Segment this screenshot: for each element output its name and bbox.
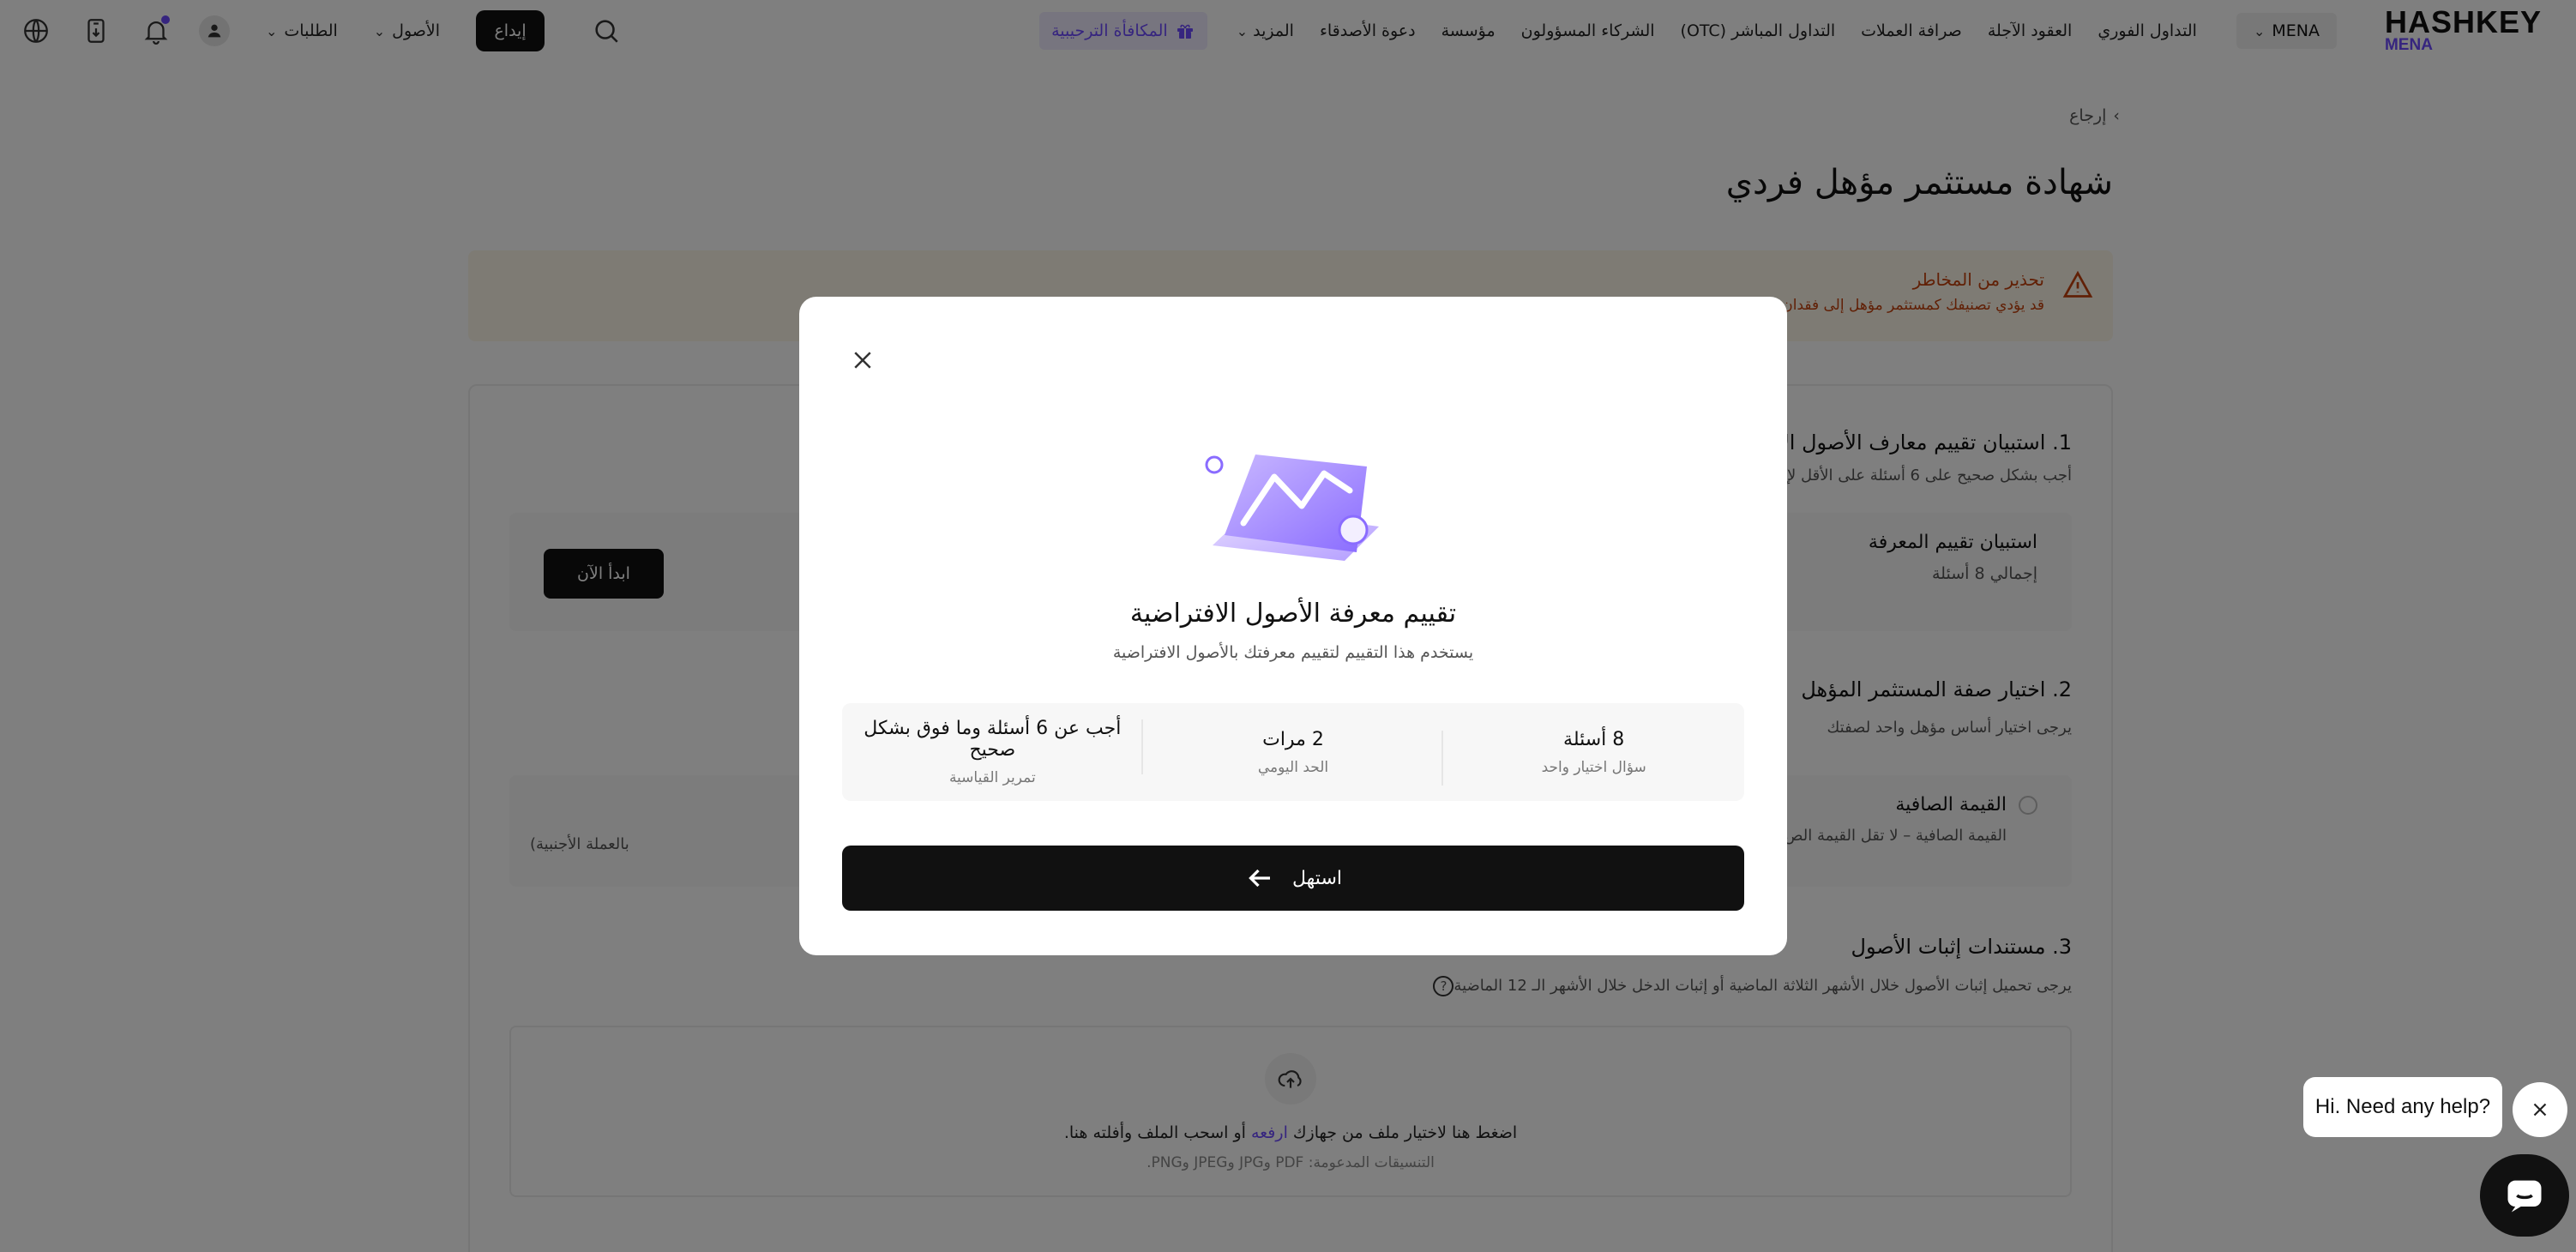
stat-label: تمرير القياسية bbox=[948, 769, 1036, 786]
close-icon[interactable] bbox=[847, 345, 878, 376]
stat-label: الحد اليومي bbox=[1257, 758, 1329, 776]
begin-label: استهل bbox=[1292, 867, 1342, 889]
modal-title: تقييم معرفة الأصول الافتراضية bbox=[1129, 599, 1457, 629]
stat-label: سؤال اختيار واحد bbox=[1541, 758, 1646, 776]
stat-value: أجب عن 6 أسئلة وما فوق بشكل صحيح bbox=[864, 718, 1122, 761]
stat-questions: 8 أسئلة سؤال اختيار واحد bbox=[1443, 729, 1744, 776]
assessment-illustration bbox=[1205, 454, 1379, 561]
stat-daily-limit: 2 مرات الحد اليومي bbox=[1143, 728, 1444, 786]
stat-pass-standard: أجب عن 6 أسئلة وما فوق بشكل صحيح تمرير ا… bbox=[842, 718, 1143, 786]
assessment-stats: 8 أسئلة سؤال اختيار واحد 2 مرات الحد الي… bbox=[842, 703, 1744, 801]
chat-help-bubble[interactable]: Hi. Need any help? bbox=[2303, 1077, 2502, 1137]
stat-value: 8 أسئلة bbox=[1563, 728, 1625, 750]
assessment-modal: تقييم معرفة الأصول الافتراضية يستخدم هذا… bbox=[799, 297, 1787, 955]
begin-assessment-button[interactable]: استهل bbox=[842, 846, 1744, 911]
chat-close-icon[interactable] bbox=[2513, 1082, 2567, 1137]
modal-subtitle: يستخدم هذا التقييم لتقييم معرفتك بالأصول… bbox=[1112, 643, 1474, 662]
chat-icon bbox=[2507, 1180, 2542, 1213]
stat-value: 2 مرات bbox=[1262, 728, 1324, 750]
arrow-left-icon bbox=[1249, 869, 1270, 888]
chat-launcher-button[interactable] bbox=[2480, 1154, 2569, 1237]
